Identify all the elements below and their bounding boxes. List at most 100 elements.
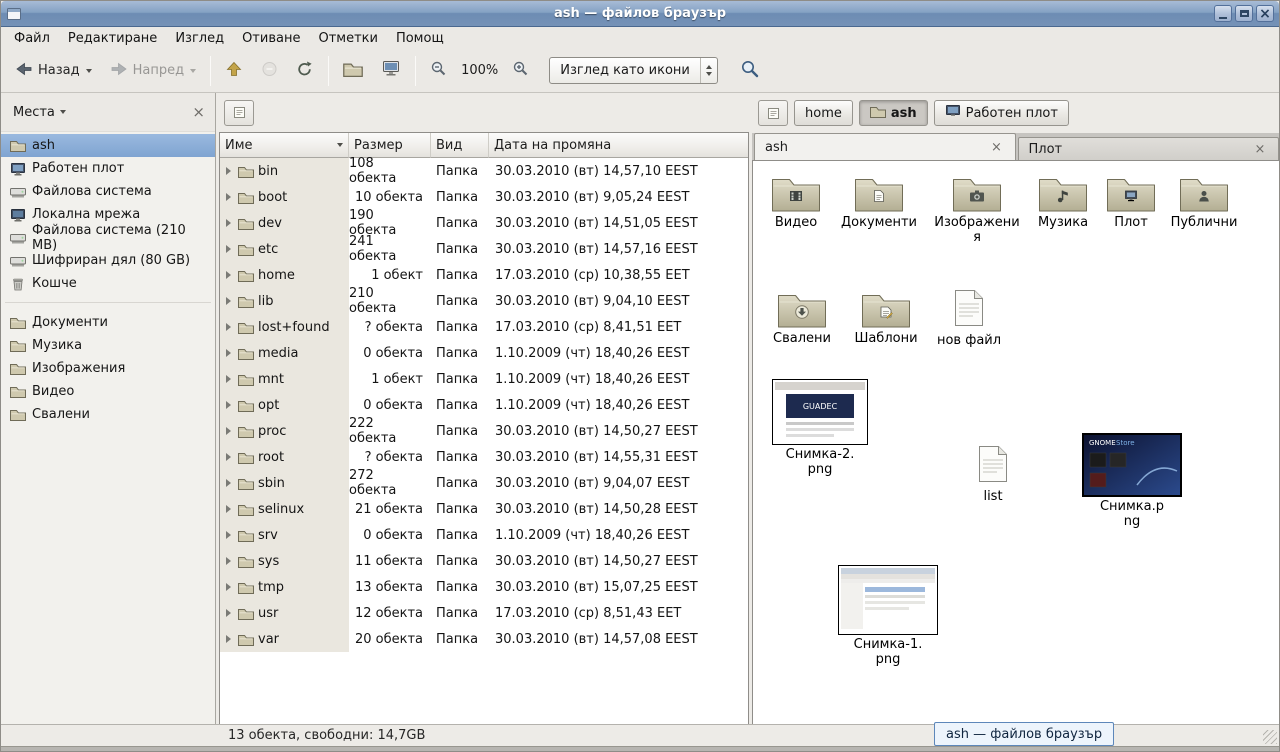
column-header-type[interactable]: Вид <box>431 133 489 158</box>
image-item-snimka-2[interactable]: GUADEC Снимка-2.png <box>765 379 875 478</box>
reload-button[interactable] <box>288 55 322 87</box>
pathbar-button-home[interactable]: home <box>794 100 853 126</box>
table-row[interactable]: lib210 обектаПапка30.03.2010 (вт) 9,04,1… <box>220 288 748 314</box>
tab-close-icon[interactable]: × <box>989 139 1005 155</box>
pathbar-button-desktop[interactable]: Работен плот <box>934 100 1069 126</box>
table-row[interactable]: lost+found? обектаПапка17.03.2010 (ср) 8… <box>220 314 748 340</box>
table-row[interactable]: usr12 обектаПапка17.03.2010 (ср) 8,51,43… <box>220 600 748 626</box>
tab-ash[interactable]: ash × <box>754 133 1016 160</box>
close-button[interactable]: × <box>1256 5 1274 22</box>
menu-help[interactable]: Помощ <box>387 29 453 48</box>
menu-view[interactable]: Изглед <box>166 29 233 48</box>
expander-icon[interactable] <box>226 245 231 253</box>
column-header-name[interactable]: Име <box>220 133 349 158</box>
sidebar-item[interactable]: Документи <box>1 311 215 334</box>
tab-close-icon[interactable]: × <box>1252 141 1268 157</box>
table-row[interactable]: bin108 обектаПапка30.03.2010 (вт) 14,57,… <box>220 158 748 184</box>
expander-icon[interactable] <box>226 271 231 279</box>
table-row[interactable]: proc222 обектаПапка30.03.2010 (вт) 14,50… <box>220 418 748 444</box>
table-row[interactable]: home1 обектПапка17.03.2010 (ср) 10,38,55… <box>220 262 748 288</box>
location-toggle-button[interactable] <box>758 100 788 126</box>
table-row[interactable]: selinux21 обектаПапка30.03.2010 (вт) 14,… <box>220 496 748 522</box>
table-row[interactable]: srv0 обектаПапка1.10.2009 (чт) 18,40,26 … <box>220 522 748 548</box>
expander-icon[interactable] <box>226 401 231 409</box>
folder-item-video[interactable]: Видео <box>754 173 838 231</box>
expander-icon[interactable] <box>226 219 231 227</box>
expander-icon[interactable] <box>226 557 231 565</box>
folder-item-pictures[interactable]: Изображения <box>933 173 1021 246</box>
computer-button[interactable] <box>373 54 409 87</box>
sidebar-item[interactable]: Работен плот <box>1 157 215 180</box>
folder-item-templates[interactable]: Шаблони <box>844 289 928 347</box>
sidebar-item[interactable]: Кошче <box>1 272 215 295</box>
expander-icon[interactable] <box>226 609 231 617</box>
search-button[interactable] <box>732 53 768 89</box>
table-row[interactable]: var20 обектаПапка30.03.2010 (вт) 14,57,0… <box>220 626 748 652</box>
resize-grip[interactable] <box>1263 730 1277 744</box>
sidebar-item[interactable]: Музика <box>1 334 215 357</box>
zoom-out-button[interactable] <box>422 54 455 87</box>
maximize-button[interactable] <box>1235 5 1253 22</box>
expander-icon[interactable] <box>226 531 231 539</box>
file-type-cell: Папка <box>431 626 489 652</box>
location-toggle-button[interactable] <box>224 100 254 126</box>
expander-icon[interactable] <box>226 193 231 201</box>
table-row[interactable]: media0 обектаПапка1.10.2009 (чт) 18,40,2… <box>220 340 748 366</box>
sidebar-title[interactable]: Места <box>13 105 55 120</box>
table-row[interactable]: tmp13 обектаПапка30.03.2010 (вт) 15,07,2… <box>220 574 748 600</box>
minimize-button[interactable] <box>1214 5 1232 22</box>
column-header-date[interactable]: Дата на промяна <box>489 133 748 158</box>
home-button[interactable] <box>335 55 371 87</box>
expander-icon[interactable] <box>226 583 231 591</box>
menu-bookmarks[interactable]: Отметки <box>309 29 386 48</box>
table-row[interactable]: boot10 обектаПапка30.03.2010 (вт) 9,05,2… <box>220 184 748 210</box>
file-item-new-file[interactable]: нов файл <box>927 289 1011 349</box>
table-row[interactable]: root? обектаПапка30.03.2010 (вт) 14,55,3… <box>220 444 748 470</box>
sidebar-item[interactable]: Видео <box>1 380 215 403</box>
back-button[interactable]: Назад <box>7 55 100 87</box>
column-header-size[interactable]: Размер <box>349 133 431 158</box>
folder-item-desktop[interactable]: Плот <box>1089 173 1173 231</box>
stop-button[interactable] <box>253 55 286 87</box>
folder-item-public[interactable]: Публични <box>1162 173 1246 231</box>
icon-view[interactable]: Видео Документи Изображения <box>752 161 1280 724</box>
table-row[interactable]: etc241 обектаПапка30.03.2010 (вт) 14,57,… <box>220 236 748 262</box>
expander-icon[interactable] <box>226 323 231 331</box>
menu-file[interactable]: Файл <box>5 29 59 48</box>
expander-icon[interactable] <box>226 453 231 461</box>
expander-icon[interactable] <box>226 297 231 305</box>
expander-icon[interactable] <box>226 167 231 175</box>
table-row[interactable]: dev190 обектаПапка30.03.2010 (вт) 14,51,… <box>220 210 748 236</box>
up-button[interactable] <box>217 55 251 87</box>
image-item-snimka-1[interactable]: Снимка-1.png <box>833 565 943 668</box>
image-item-snimka[interactable]: GNOME Store Снимка.png <box>1075 433 1189 530</box>
expander-icon[interactable] <box>226 479 231 487</box>
view-mode-select[interactable]: Изглед като икони <box>549 57 718 84</box>
table-row[interactable]: mnt1 обектПапка1.10.2009 (чт) 18,40,26 E… <box>220 366 748 392</box>
table-row[interactable]: opt0 обектаПапка1.10.2009 (чт) 18,40,26 … <box>220 392 748 418</box>
sidebar-item[interactable]: ash <box>1 134 215 157</box>
sidebar-item[interactable]: Шифриран дял (80 GB) <box>1 249 215 272</box>
table-row[interactable]: sbin272 обектаПапка30.03.2010 (вт) 9,04,… <box>220 470 748 496</box>
tab-plot[interactable]: Плот × <box>1018 137 1280 160</box>
titlebar[interactable]: ash — файлов браузър × <box>1 1 1279 27</box>
sidebar-item[interactable]: Свалени <box>1 403 215 426</box>
sidebar-item[interactable]: Файлова система (210 MB) <box>1 226 215 249</box>
zoom-in-button[interactable] <box>504 54 537 87</box>
folder-item-downloads[interactable]: Свалени <box>760 289 844 347</box>
expander-icon[interactable] <box>226 349 231 357</box>
expander-icon[interactable] <box>226 375 231 383</box>
folder-item-documents[interactable]: Документи <box>837 173 921 231</box>
sidebar-close-icon[interactable]: × <box>192 105 205 120</box>
expander-icon[interactable] <box>226 505 231 513</box>
table-row[interactable]: sys11 обектаПапка30.03.2010 (вт) 14,50,2… <box>220 548 748 574</box>
pathbar-button-ash[interactable]: ash <box>859 100 928 126</box>
menu-go[interactable]: Отиване <box>233 29 309 48</box>
expander-icon[interactable] <box>226 635 231 643</box>
forward-button[interactable]: Напред <box>102 55 204 87</box>
sidebar-item[interactable]: Изображения <box>1 357 215 380</box>
sidebar-item[interactable]: Файлова система <box>1 180 215 203</box>
expander-icon[interactable] <box>226 427 231 435</box>
file-item-list[interactable]: list <box>949 445 1037 505</box>
menu-edit[interactable]: Редактиране <box>59 29 166 48</box>
